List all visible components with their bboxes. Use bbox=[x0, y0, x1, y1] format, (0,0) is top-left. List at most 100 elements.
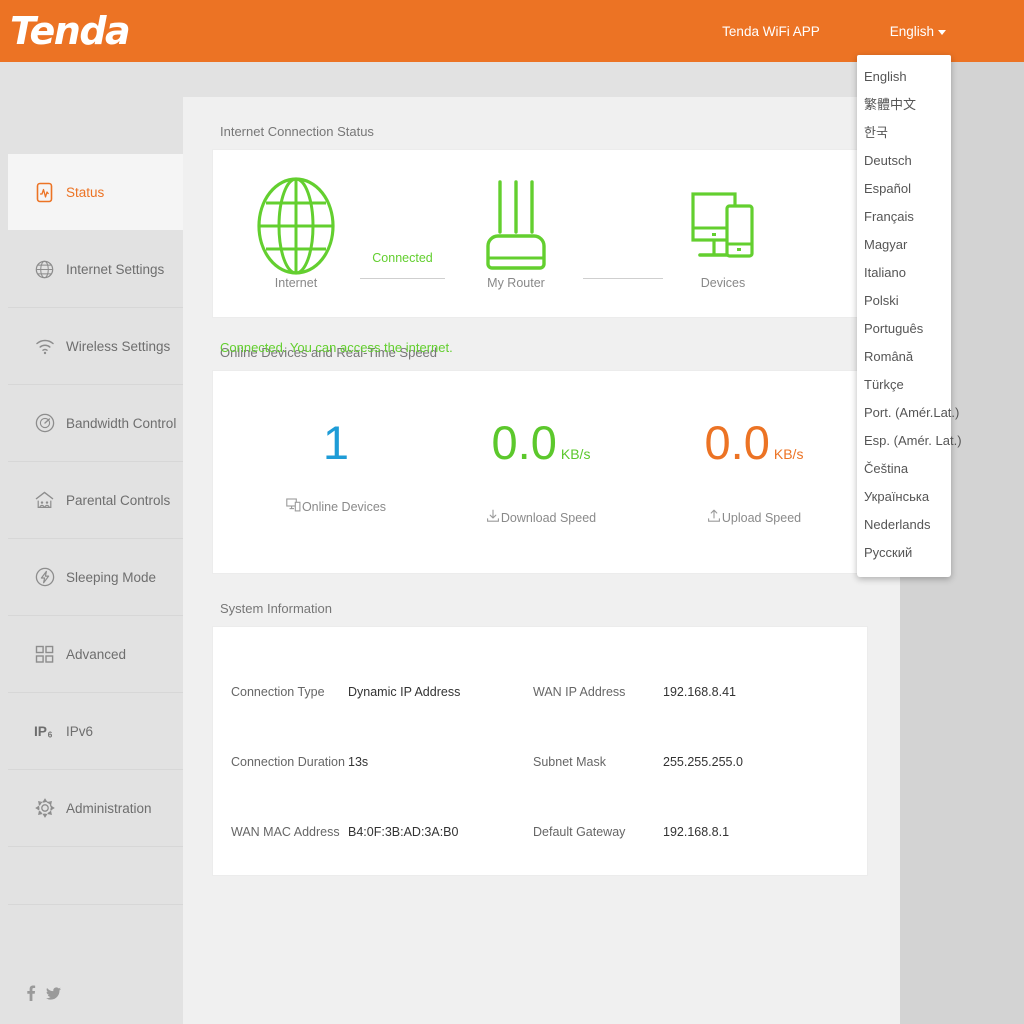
sidebar-item-label: IPv6 bbox=[66, 723, 94, 739]
language-option[interactable]: Magyar bbox=[857, 231, 951, 259]
sys-value: 192.168.8.1 bbox=[663, 825, 730, 839]
online-devices-label: Online Devices bbox=[301, 499, 387, 514]
language-option[interactable]: Türkçe bbox=[857, 371, 951, 399]
connection-status-card: Internet Connected My Router Devices bbox=[212, 149, 868, 318]
language-option[interactable]: Português bbox=[857, 315, 951, 343]
globe-large-icon bbox=[231, 172, 361, 280]
sidebar-item-label: Wireless Settings bbox=[66, 338, 171, 354]
header-right-group: Tenda WiFi APP English bbox=[722, 0, 1024, 62]
language-option[interactable]: Polski bbox=[857, 287, 951, 315]
wifi-icon bbox=[34, 336, 55, 357]
metric-download-speed: 0.0 KB/s Download Speed bbox=[441, 413, 641, 526]
sidebar-item-label: Status bbox=[66, 184, 105, 200]
sidebar-item-wireless-settings[interactable]: Wireless Settings bbox=[8, 308, 183, 385]
language-option[interactable]: English bbox=[857, 63, 951, 91]
language-option[interactable]: Deutsch bbox=[857, 147, 951, 175]
language-option[interactable]: Port. (Amér.Lat.) bbox=[857, 399, 959, 427]
sidebar-item-label: Administration bbox=[66, 800, 152, 816]
speed-card: 1 Online Devices 0.0 KB/s Download Speed… bbox=[212, 370, 868, 574]
grid-squares-icon bbox=[34, 644, 55, 665]
node-devices-label: Devices bbox=[700, 276, 746, 290]
metric-upload-speed: 0.0 KB/s Upload Speed bbox=[654, 413, 854, 526]
upload-speed-label: Upload Speed bbox=[721, 510, 802, 525]
browser-viewport: Status Internet Settings Wireless Settin… bbox=[0, 0, 900, 1024]
online-devices-value: 1 bbox=[322, 416, 350, 469]
status-icon bbox=[34, 182, 55, 203]
sys-key: Connection Duration bbox=[231, 755, 345, 769]
sidebar-item-sleeping-mode[interactable]: Sleeping Mode bbox=[8, 539, 183, 616]
sidebar-item-bandwidth-control[interactable]: Bandwidth Control bbox=[8, 385, 183, 462]
connection-link-label: Connected bbox=[372, 251, 433, 265]
sidebar-item-label: Sleeping Mode bbox=[66, 569, 157, 585]
table-row: Connection Type Dynamic IP Address WAN I… bbox=[213, 657, 867, 727]
gear-icon bbox=[34, 798, 55, 819]
sidebar-item-administration[interactable]: Administration bbox=[8, 770, 183, 847]
house-family-icon bbox=[34, 490, 55, 511]
language-option[interactable]: Čeština bbox=[857, 455, 951, 483]
language-dropdown-menu[interactable]: English 繁體中文 한국 Deutsch Español Français Magya… bbox=[857, 55, 962, 577]
tenda-wifi-app-link[interactable]: Tenda WiFi APP bbox=[722, 24, 820, 39]
twitter-icon[interactable] bbox=[46, 986, 61, 1005]
upload-speed-value: 0.0 KB/s bbox=[654, 413, 854, 484]
globe-icon bbox=[34, 259, 55, 280]
metric-online-devices: 1 Online Devices bbox=[236, 413, 436, 515]
upload-icon bbox=[707, 509, 721, 526]
sidebar-item-ipv6[interactable]: IP 6 IPv6 bbox=[8, 693, 183, 770]
connection-line-internet-router bbox=[360, 278, 445, 279]
node-internet-label: Internet bbox=[274, 276, 318, 290]
language-option[interactable]: Esp. (Amér. Lat.) bbox=[857, 427, 962, 455]
social-links bbox=[26, 985, 61, 1006]
download-speed-value: 0.0 KB/s bbox=[441, 413, 641, 484]
gauge-icon bbox=[34, 413, 55, 434]
language-option[interactable]: Español bbox=[857, 175, 951, 203]
sys-key: Default Gateway bbox=[533, 825, 626, 839]
sidebar-item-status[interactable]: Status bbox=[8, 154, 183, 231]
table-row: Connection Duration 13s Subnet Mask 255.… bbox=[213, 727, 867, 797]
sys-value: Dynamic IP Address bbox=[348, 685, 461, 699]
top-header: Tenda Tenda WiFi APP English bbox=[0, 0, 1024, 62]
sidebar: Status Internet Settings Wireless Settin… bbox=[8, 97, 183, 1024]
language-option[interactable]: Українська bbox=[857, 483, 951, 511]
download-icon bbox=[486, 509, 500, 526]
main-content: Internet Connection Status Internet Conn… bbox=[183, 97, 900, 1024]
sidebar-item-parental-controls[interactable]: Parental Controls bbox=[8, 462, 183, 539]
upload-speed-number: 0.0 bbox=[704, 416, 770, 469]
sys-key: Connection Type bbox=[231, 685, 325, 699]
language-option[interactable]: Русский bbox=[857, 539, 951, 567]
sys-value: 192.168.8.41 bbox=[663, 685, 736, 699]
system-info-card: Connection Type Dynamic IP Address WAN I… bbox=[212, 626, 868, 876]
sidebar-item-label: Internet Settings bbox=[66, 261, 165, 277]
sidebar-item-internet-settings[interactable]: Internet Settings bbox=[8, 231, 183, 308]
router-icon bbox=[451, 172, 581, 280]
tenda-logo: Tenda bbox=[10, 9, 131, 53]
language-selector-label: English bbox=[889, 23, 934, 39]
devices-large-icon bbox=[658, 172, 788, 280]
sidebar-item-label: Bandwidth Control bbox=[66, 415, 177, 431]
online-devices-label-row: Online Devices bbox=[236, 498, 436, 515]
language-option[interactable]: 繁體中文 bbox=[857, 91, 951, 119]
language-option[interactable]: 한국 bbox=[857, 119, 951, 147]
language-option[interactable]: Italiano bbox=[857, 259, 951, 287]
download-speed-label-row: Download Speed bbox=[441, 509, 641, 526]
sys-key: Subnet Mask bbox=[533, 755, 606, 769]
language-option[interactable]: Français bbox=[857, 203, 951, 231]
chevron-down-icon bbox=[938, 29, 946, 35]
language-option[interactable]: Nederlands bbox=[857, 511, 951, 539]
sidebar-item-label: Parental Controls bbox=[66, 492, 171, 508]
upload-speed-unit: KB/s bbox=[773, 446, 804, 462]
sidebar-footer bbox=[8, 904, 183, 1024]
sidebar-item-advanced[interactable]: Advanced bbox=[8, 616, 183, 693]
node-devices: Devices bbox=[658, 172, 788, 290]
node-router: My Router bbox=[451, 172, 581, 290]
facebook-icon[interactable] bbox=[26, 985, 36, 1006]
language-option[interactable]: Română bbox=[857, 343, 951, 371]
svg-text:6: 6 bbox=[48, 730, 53, 739]
sys-value: B4:0F:3B:AD:3A:B0 bbox=[348, 825, 459, 839]
node-internet: Internet bbox=[231, 172, 361, 290]
connection-message: Connected. You can access the internet. bbox=[220, 340, 453, 355]
sidebar-top-spacer bbox=[8, 97, 183, 154]
upload-speed-label-row: Upload Speed bbox=[654, 509, 854, 526]
table-row: WAN MAC Address B4:0F:3B:AD:3A:B0 Defaul… bbox=[213, 797, 867, 867]
connection-card-title: Internet Connection Status bbox=[220, 124, 374, 139]
language-selector[interactable]: English bbox=[890, 24, 946, 39]
